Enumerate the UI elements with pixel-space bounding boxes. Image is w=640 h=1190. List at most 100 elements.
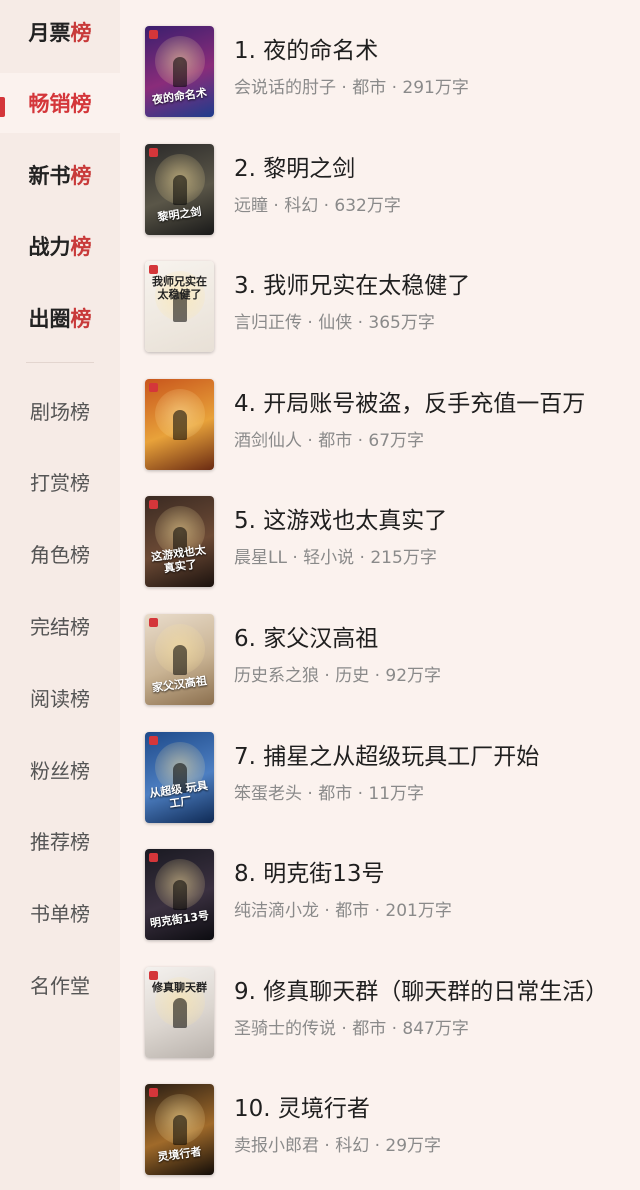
publisher-logo-icon	[149, 618, 158, 627]
book-row[interactable]: 明克街13号 8. 明克街13号纯洁滴小龙 · 都市 · 201万字	[120, 823, 640, 941]
sidebar-tab-accent: 榜	[70, 164, 92, 188]
book-title: 1. 夜的命名术	[234, 36, 614, 66]
book-title-text: 我师兄实在太稳健了	[263, 273, 471, 300]
book-cover[interactable]: 家父汉高祖	[145, 614, 214, 705]
cover-title-art: 黎明之剑	[156, 204, 203, 224]
cover-figure	[173, 1115, 187, 1146]
book-meta: 笨蛋老头 · 都市 · 11万字	[234, 783, 425, 804]
book-title: 8. 明克街13号	[234, 859, 614, 889]
book-row[interactable]: 这游戏也太真实了 5. 这游戏也太真实了 晨星LL · 轻小说 · 215万字	[120, 470, 640, 588]
book-title: 4. 开局账号被盗，反手充值一百万	[234, 389, 614, 419]
book-title: 10. 灵境行者	[234, 1094, 614, 1124]
book-meta: 圣骑士的传说 · 都市 · 847万字	[234, 1018, 469, 1039]
cover-title-art	[149, 452, 209, 460]
book-title: 9. 修真聊天群（聊天群的日常生活）	[234, 977, 614, 1007]
book-cover[interactable]	[145, 378, 214, 470]
publisher-logo-icon	[149, 500, 158, 510]
book-rank: 8.	[234, 861, 256, 888]
book-title-text: 夜的命名术	[263, 38, 379, 64]
sidebar-tab-label: 战力	[28, 235, 71, 259]
sidebar-tab-4[interactable]: 出圈榜	[0, 288, 120, 348]
sidebar-tab-accent: 榜	[70, 307, 92, 331]
book-row[interactable]: 修真聊天群 9. 修真聊天群（聊天群的日常生活） 圣骑士的传说 · 都市 · 847…	[120, 941, 640, 1058]
book-title-text: 家父汉高祖	[263, 626, 379, 652]
publisher-logo-icon	[149, 970, 158, 980]
ranking-sidebar: 月票榜畅销榜新书榜战力榜出圈榜剧场榜 打赏榜 角色榜 完结榜 阅读榜 粉丝榜 推荐榜 书单榜名…	[0, 0, 120, 1190]
sidebar-tab-label: 出圈	[28, 307, 71, 331]
sidebar-tab-label: 畅销	[28, 92, 71, 116]
book-row[interactable]: 灵境行者 10. 灵境行者 卖报小郎君 · 科幻 · 29万字	[120, 1058, 640, 1176]
book-cover[interactable]: 灵境行者	[145, 1084, 214, 1176]
sidebar-tab-1[interactable]: 畅销榜	[0, 73, 120, 133]
book-row[interactable]: 夜的命名术 1. 夜的命名术 会说话的肘子 · 都市 · 291万字	[120, 0, 640, 117]
sidebar-tab-accent: 榜	[70, 235, 92, 259]
book-meta: 会说话的肘子 · 都市 · 291万字	[234, 78, 469, 98]
cover-title-art: 家父汉高祖	[151, 674, 208, 695]
sidebar-item-minor-8[interactable]: 名作堂	[0, 954, 120, 1014]
book-title: 2. 黎明之剑	[234, 154, 614, 184]
book-meta: 远瞳 · 科幻 · 632万字	[234, 195, 401, 216]
book-rank: 1.	[234, 38, 256, 64]
book-row[interactable]: 4. 开局账号被盗，反手充值一百万酒剑仙人 · 都市 · 67万字	[120, 353, 640, 470]
book-title: 3. 我师兄实在太稳健了	[234, 271, 614, 301]
sidebar-item-minor-2[interactable]: 角色榜	[0, 524, 120, 584]
cover-title-art: 修真聊天群	[152, 980, 207, 994]
publisher-logo-icon	[149, 1088, 158, 1098]
book-title-text: 修真聊天群（聊天群的日常生活）	[263, 978, 609, 1005]
sidebar-tab-2[interactable]: 新书榜	[0, 145, 120, 205]
book-title-text: 开局账号被盗，反手充值一百万	[263, 390, 586, 417]
book-meta: 历史系之狼 · 历史 · 92万字	[234, 666, 442, 686]
book-rank: 9.	[234, 978, 256, 1005]
book-title: 5. 这游戏也太真实了	[234, 506, 614, 536]
sidebar-tab-accent: 榜	[70, 92, 92, 116]
sidebar-divider	[26, 362, 94, 363]
book-title-text: 捕星之从超级玩具工厂开始	[263, 743, 540, 770]
publisher-logo-icon	[149, 30, 158, 39]
book-cover[interactable]: 黎明之剑	[145, 143, 214, 235]
cover-figure	[173, 645, 187, 675]
cover-figure	[173, 409, 187, 440]
book-rank: 6.	[234, 626, 256, 652]
cover-title-art: 明克街13号	[149, 909, 210, 931]
sidebar-item-minor-5[interactable]: 粉丝榜	[0, 739, 120, 799]
book-cover[interactable]: 夜的命名术	[145, 26, 214, 117]
cover-title-art: 这游戏也太真实了	[150, 543, 207, 576]
sidebar-item-minor-4[interactable]: 阅读榜	[0, 667, 120, 727]
publisher-logo-icon	[149, 265, 158, 275]
sidebar-item-minor-0[interactable]: 剧场榜	[0, 380, 120, 440]
book-meta: 酒剑仙人 · 都市 · 67万字	[234, 430, 425, 451]
sidebar-tab-label: 新书	[28, 164, 71, 188]
book-rank: 5.	[234, 508, 256, 535]
book-cover[interactable]: 这游戏也太真实了	[145, 496, 214, 588]
book-row[interactable]: 家父汉高祖 6. 家父汉高祖 历史系之狼 · 历史 · 92万字	[120, 588, 640, 705]
sidebar-tab-0[interactable]: 月票榜	[0, 2, 120, 62]
book-cover[interactable]: 明克街13号	[145, 849, 214, 941]
sidebar-item-minor-3[interactable]: 完结榜	[0, 595, 120, 655]
sidebar-item-minor-1[interactable]: 打赏榜	[0, 452, 120, 512]
book-rank: 4.	[234, 390, 256, 417]
book-rank: 2.	[234, 155, 256, 182]
book-title: 7. 捕星之从超级玩具工厂开始	[234, 742, 614, 772]
book-title-text: 这游戏也太真实了	[263, 508, 448, 535]
cover-title-art: 从超级 玩具工厂	[148, 778, 209, 810]
book-title: 6. 家父汉高祖	[234, 624, 614, 654]
book-meta: 纯洁滴小龙 · 都市 · 201万字	[234, 901, 452, 922]
publisher-logo-icon	[149, 735, 158, 745]
book-title-text: 灵境行者	[277, 1096, 370, 1123]
book-row[interactable]: 从超级 玩具工厂 7. 捕星之从超级玩具工厂开始笨蛋老头 · 都市 · 11万字	[120, 706, 640, 823]
cover-figure	[173, 880, 187, 911]
sidebar-item-minor-6[interactable]: 推荐榜	[0, 811, 120, 871]
book-row[interactable]: 我师兄实在 太稳健了 3. 我师兄实在太稳健了言归正传 · 仙侠 · 365万字	[120, 235, 640, 353]
sidebar-tab-3[interactable]: 战力榜	[0, 216, 120, 276]
book-meta: 卖报小郎君 · 科幻 · 29万字	[234, 1136, 442, 1157]
book-rank: 7.	[234, 743, 256, 770]
book-cover[interactable]: 从超级 玩具工厂	[145, 731, 214, 823]
book-cover[interactable]: 我师兄实在 太稳健了	[145, 261, 214, 353]
book-row[interactable]: 黎明之剑 2. 黎明之剑远瞳 · 科幻 · 632万字	[120, 118, 640, 235]
publisher-logo-icon	[149, 147, 158, 157]
book-cover[interactable]: 修真聊天群	[145, 966, 214, 1058]
book-rank: 10.	[234, 1096, 271, 1123]
book-meta: 言归正传 · 仙侠 · 365万字	[234, 313, 435, 334]
sidebar-item-minor-7[interactable]: 书单榜	[0, 883, 120, 943]
book-meta: 晨星LL · 轻小说 · 215万字	[234, 548, 437, 569]
